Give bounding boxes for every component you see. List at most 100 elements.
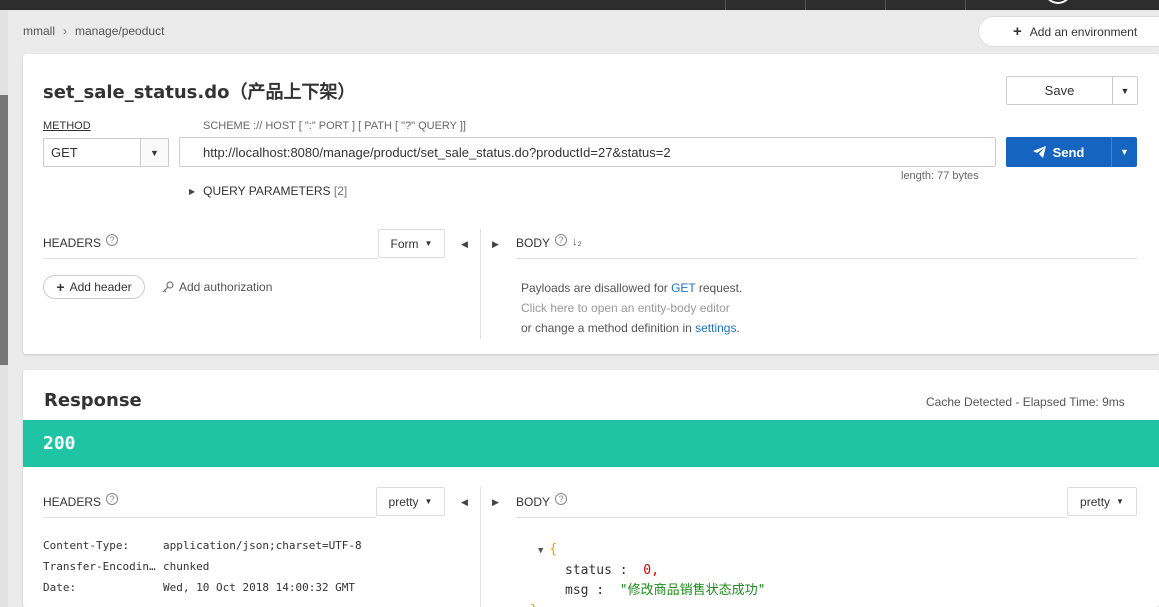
chevron-down-icon[interactable]: ▼ xyxy=(141,139,168,166)
response-headers-label: HEADERS xyxy=(43,495,102,509)
headers-mode-dropdown[interactable]: Form ▼ xyxy=(378,229,445,258)
header-value: chunked xyxy=(163,560,210,573)
send-label: Send xyxy=(1052,144,1085,160)
scheme-label: SCHEME :// HOST [ ":" PORT ] [ PATH [ "?… xyxy=(203,120,466,132)
settings-link[interactable]: settings xyxy=(695,321,736,335)
help-icon[interactable]: ? xyxy=(555,493,568,505)
json-value-msg: "修改商品销售状态成功" xyxy=(619,583,766,598)
panel-divider xyxy=(480,229,481,339)
chevron-right-icon: › xyxy=(63,24,67,38)
json-key-msg: msg xyxy=(565,583,589,598)
body-message-text: request. xyxy=(695,281,743,295)
json-value-status: 0, xyxy=(643,563,659,578)
json-close-brace: } xyxy=(530,603,538,607)
header-key: Date: xyxy=(43,581,77,594)
panel-divider xyxy=(480,487,481,607)
query-parameters-count: [2] xyxy=(333,184,348,198)
cache-info: Cache Detected - Elapsed Time: 9ms xyxy=(926,395,1125,409)
save-dropdown-caret-icon[interactable]: ▼ xyxy=(1113,77,1137,104)
save-button[interactable]: Save xyxy=(1007,77,1113,104)
chevron-down-icon: ▼ xyxy=(1116,497,1124,506)
headers-mode-value: Form xyxy=(390,236,419,251)
response-headers-mode-dropdown[interactable]: pretty ▼ xyxy=(376,487,445,516)
breadcrumb-root[interactable]: mmall xyxy=(23,24,55,38)
add-authorization-button[interactable]: Add authorization xyxy=(162,280,272,294)
help-icon[interactable]: ? xyxy=(106,493,119,505)
add-authorization-label: Add authorization xyxy=(179,280,273,294)
chevron-down-icon: ▼ xyxy=(424,239,433,248)
url-input[interactable]: http://localhost:8080/manage/product/set… xyxy=(179,137,996,167)
query-parameters-toggle[interactable]: ▶ QUERY PARAMETERS [2] xyxy=(189,184,347,198)
header-row: Transfer-Encodin… chunked xyxy=(43,556,362,577)
json-key-status: status xyxy=(565,563,612,578)
request-headers-heading: HEADERS ? xyxy=(43,234,119,250)
divider xyxy=(43,258,378,259)
plus-icon: + xyxy=(1013,23,1022,40)
response-body-heading: BODY ? xyxy=(516,493,568,509)
collapse-right-icon[interactable]: ▶ xyxy=(492,497,499,508)
body-message-method: GET xyxy=(671,281,696,295)
sort-icon[interactable]: ↓₂ xyxy=(572,236,582,248)
response-body-label: BODY xyxy=(516,495,551,509)
help-icon[interactable]: ? xyxy=(555,234,568,246)
add-header-label: Add header xyxy=(69,280,132,294)
method-label[interactable]: METHOD xyxy=(43,120,91,132)
header-key: Content-Type: xyxy=(43,539,130,552)
user-avatar-icon[interactable] xyxy=(1044,0,1072,4)
response-headers-mode-value: pretty xyxy=(388,494,419,509)
body-message-text: or change a method definition in xyxy=(521,321,696,335)
body-message-text: Payloads are disallowed for xyxy=(521,281,672,295)
json-open-brace: { xyxy=(549,542,558,557)
request-panel: set_sale_status.do（产品上下架） Save ▼ METHOD … xyxy=(23,54,1159,354)
send-dropdown-caret-icon[interactable]: ▼ xyxy=(1112,137,1137,167)
paper-plane-icon xyxy=(1032,146,1046,158)
caret-right-icon: ▶ xyxy=(189,186,196,196)
add-environment-button[interactable]: + Add an environment xyxy=(978,16,1159,47)
add-header-button[interactable]: + Add header xyxy=(43,275,145,299)
send-button[interactable]: Send xyxy=(1006,137,1112,167)
response-body-json: ▼{ status : 0, msg : "修改商品销售状态成功" } xyxy=(530,540,766,607)
request-body-label: BODY xyxy=(516,236,551,250)
divider xyxy=(43,517,376,518)
breadcrumb-path[interactable]: manage/peoduct xyxy=(75,24,164,38)
header-row: Date: Wed, 10 Oct 2018 14:00:32 GMT xyxy=(43,577,362,598)
method-value: GET xyxy=(44,139,141,166)
header-key: Transfer-Encodin… xyxy=(43,560,156,573)
method-select[interactable]: GET ▼ xyxy=(43,138,169,167)
request-headers-label: HEADERS xyxy=(43,236,102,250)
left-panel-edge xyxy=(0,10,8,607)
body-message-text: . xyxy=(736,321,740,335)
strip-separator xyxy=(805,0,806,10)
request-title[interactable]: set_sale_status.do（产品上下架） xyxy=(43,78,355,104)
response-headers-heading: HEADERS ? xyxy=(43,493,119,509)
chevron-down-icon: ▼ xyxy=(424,497,433,506)
plus-icon: + xyxy=(56,279,65,295)
strip-separator xyxy=(725,0,726,10)
response-panel: Response Cache Detected - Elapsed Time: … xyxy=(23,370,1159,607)
status-code-bar: 200 xyxy=(23,420,1159,467)
query-parameters-label: QUERY PARAMETERS xyxy=(203,184,331,198)
length-label: length: 77 bytes xyxy=(901,170,979,182)
collapse-left-icon[interactable]: ◀ xyxy=(461,497,468,508)
strip-separator xyxy=(965,0,966,10)
response-body-mode-value: pretty xyxy=(1080,494,1111,509)
header-value: application/json;charset=UTF-8 xyxy=(163,539,362,552)
divider xyxy=(516,517,1067,518)
help-icon[interactable]: ? xyxy=(106,234,119,246)
body-message: Payloads are disallowed for GET request.… xyxy=(521,278,742,338)
breadcrumb: mmall › manage/peoduct xyxy=(23,24,164,38)
strip-separator xyxy=(885,0,886,10)
send-button-group: Send ▼ xyxy=(1006,137,1137,167)
collapse-left-icon[interactable]: ◀ xyxy=(461,239,468,250)
caret-down-icon[interactable]: ▼ xyxy=(538,546,543,556)
collapse-right-icon[interactable]: ▶ xyxy=(492,239,499,250)
response-title: Response xyxy=(44,390,142,411)
request-body-heading: BODY ? ↓₂ xyxy=(516,234,582,250)
top-window-strip xyxy=(0,0,1159,10)
save-button-group: Save ▼ xyxy=(1006,76,1138,105)
key-icon xyxy=(162,281,174,293)
divider xyxy=(516,258,1137,259)
open-body-editor-link[interactable]: Click here to open an entity-body editor xyxy=(521,298,742,318)
response-body-mode-dropdown[interactable]: pretty ▼ xyxy=(1067,487,1137,516)
response-headers-list: Content-Type: application/json;charset=U… xyxy=(43,535,362,598)
